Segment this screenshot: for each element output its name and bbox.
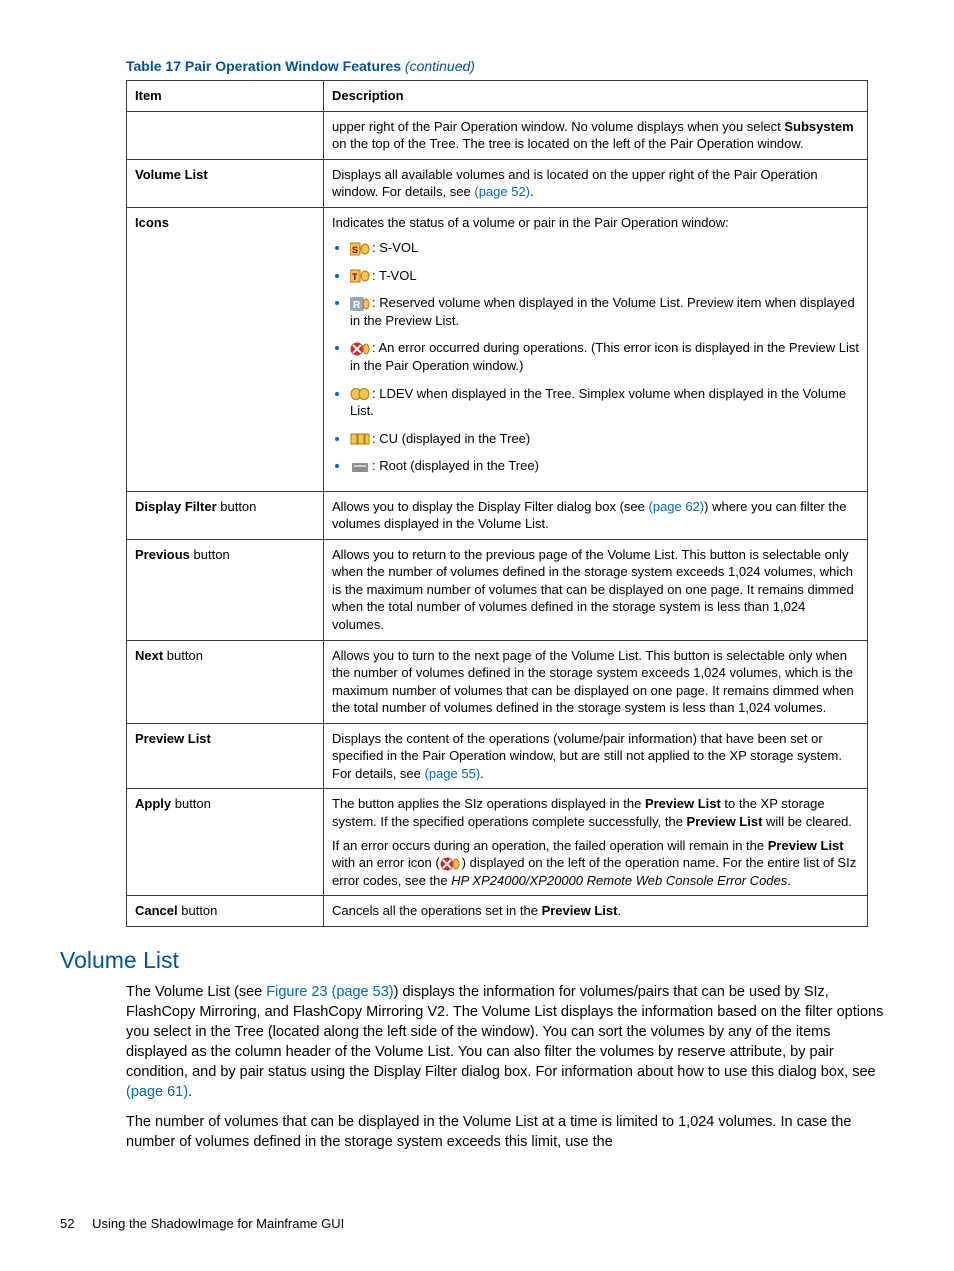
svg-text:T: T — [352, 272, 358, 282]
cell-desc-preview-list: Displays the content of the operations (… — [324, 723, 868, 789]
list-item: : Root (displayed in the Tree) — [350, 457, 859, 475]
cell-desc-previous: Allows you to return to the previous pag… — [324, 539, 868, 640]
xref-page-61[interactable]: (page 61) — [126, 1084, 188, 1100]
section-paragraph-2: The number of volumes that can be displa… — [126, 1112, 894, 1152]
table-row: Icons Indicates the status of a volume o… — [127, 207, 868, 491]
caption-main: Table 17 Pair Operation Window Features — [126, 58, 401, 74]
cell-desc-icons: Indicates the status of a volume or pair… — [324, 207, 868, 491]
col-item: Item — [127, 81, 324, 112]
page-footer: 52 Using the ShadowImage for Mainframe G… — [60, 1216, 344, 1231]
cell-item-preview-list: Preview List — [127, 723, 324, 789]
cell-item-cancel: Cancel button — [127, 896, 324, 927]
cell-item-blank — [127, 111, 324, 159]
cell-item-next: Next button — [127, 640, 324, 723]
cell-item-apply: Apply button — [127, 789, 324, 896]
cell-item-display-filter: Display Filter button — [127, 491, 324, 539]
table-row: Display Filter button Allows you to disp… — [127, 491, 868, 539]
cell-desc-next: Allows you to turn to the next page of t… — [324, 640, 868, 723]
list-item: : CU (displayed in the Tree) — [350, 430, 859, 448]
table-row: Preview List Displays the content of the… — [127, 723, 868, 789]
cell-item-volume-list: Volume List — [127, 159, 324, 207]
list-item: S: S-VOL — [350, 239, 859, 257]
svg-text:R: R — [353, 300, 361, 311]
cu-icon — [350, 432, 370, 446]
cell-desc-display-filter: Allows you to display the Display Filter… — [324, 491, 868, 539]
ldev-icon — [350, 387, 370, 401]
section-body: The Volume List (see Figure 23 (page 53)… — [126, 982, 894, 1152]
page-number: 52 — [60, 1216, 74, 1231]
tvol-icon: T — [350, 269, 370, 283]
table-row: Apply button The button applies the SIz … — [127, 789, 868, 896]
cell-desc-apply: The button applies the SIz operations di… — [324, 789, 868, 896]
table-header-row: Item Description — [127, 81, 868, 112]
list-item: R: Reserved volume when displayed in the… — [350, 294, 859, 329]
section-heading-volume-list: Volume List — [60, 947, 894, 974]
list-item: : An error occurred during operations. (… — [350, 339, 859, 374]
features-table: Item Description upper right of the Pair… — [126, 80, 868, 927]
error-icon — [350, 342, 370, 356]
list-item: : LDEV when displayed in the Tree. Simpl… — [350, 385, 859, 420]
reserved-icon: R — [350, 297, 370, 311]
xref-page-62[interactable]: (page 62) — [648, 499, 704, 514]
table-caption: Table 17 Pair Operation Window Features … — [126, 58, 894, 74]
root-icon — [350, 460, 370, 474]
list-item: T: T-VOL — [350, 267, 859, 285]
cell-desc-volume-list: Displays all available volumes and is lo… — [324, 159, 868, 207]
inline-error-icon — [440, 857, 460, 871]
xref-page-52[interactable]: (page 52) — [474, 184, 530, 199]
table-row: upper right of the Pair Operation window… — [127, 111, 868, 159]
xref-figure-23[interactable]: Figure 23 (page 53) — [266, 984, 393, 1000]
col-description: Description — [324, 81, 868, 112]
cell-desc-continuation: upper right of the Pair Operation window… — [324, 111, 868, 159]
svg-text:S: S — [352, 245, 358, 255]
table-row: Volume List Displays all available volum… — [127, 159, 868, 207]
cell-desc-cancel: Cancels all the operations set in the Pr… — [324, 896, 868, 927]
table-row: Cancel button Cancels all the operations… — [127, 896, 868, 927]
cell-item-icons: Icons — [127, 207, 324, 491]
table-row: Next button Allows you to turn to the ne… — [127, 640, 868, 723]
xref-page-55[interactable]: (page 55) — [425, 766, 481, 781]
svol-icon: S — [350, 242, 370, 256]
footer-title: Using the ShadowImage for Mainframe GUI — [92, 1216, 344, 1231]
caption-continued: (continued) — [405, 58, 475, 74]
cell-item-previous: Previous button — [127, 539, 324, 640]
table-row: Previous button Allows you to return to … — [127, 539, 868, 640]
icon-bullet-list: S: S-VOL T: T-VOL R: Reserved volume whe… — [332, 239, 859, 474]
